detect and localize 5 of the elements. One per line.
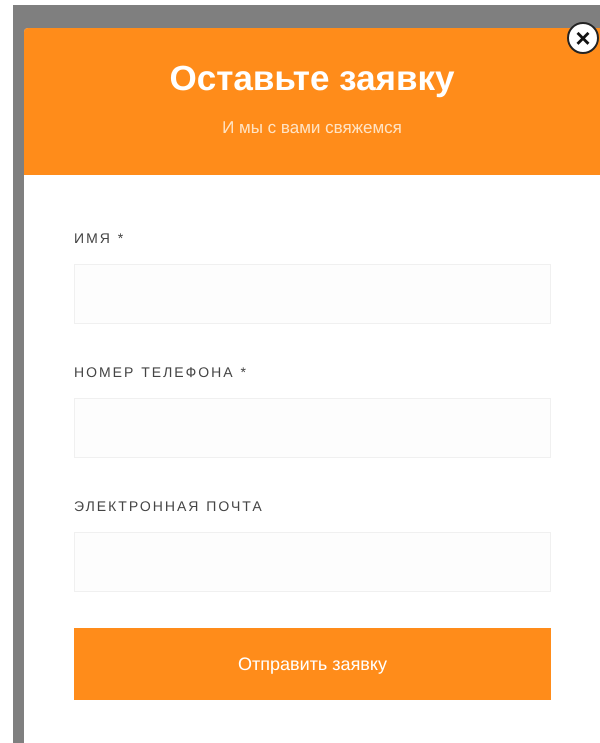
- field-label: ЭЛЕКТРОННАЯ ПОЧТА: [74, 498, 264, 514]
- dialog-subtitle: И мы с вами свяжемся: [222, 118, 402, 138]
- field-label: НОМЕР ТЕЛЕФОНА *: [74, 364, 248, 380]
- dialog-title: Оставьте заявку: [170, 58, 454, 100]
- field-label: ИМЯ *: [74, 230, 126, 246]
